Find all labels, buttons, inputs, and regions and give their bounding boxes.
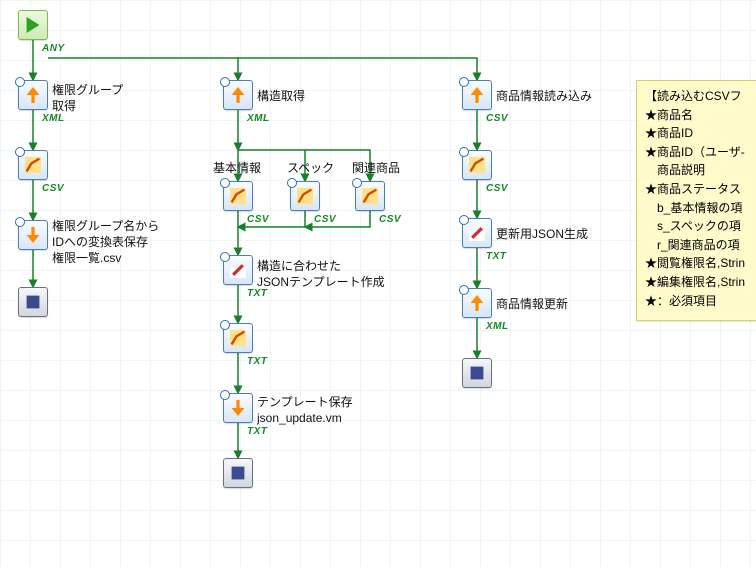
col2-branch-left-node[interactable] [223, 181, 253, 211]
mapper-icon [362, 188, 378, 204]
col3-update-label: 商品情報更新 [496, 296, 568, 312]
col2-rest-label: 構造取得 [257, 88, 305, 104]
col1-rest-label: 権限グループ取得 [52, 82, 123, 114]
mapper-icon [297, 188, 313, 204]
stop-icon [230, 465, 246, 481]
note-line: ★：必須項目 [645, 292, 756, 311]
col1-save-node[interactable] [18, 220, 48, 250]
arrow-up-icon [469, 295, 485, 311]
pencil-icon [469, 225, 485, 241]
col3-mapper-node[interactable] [462, 150, 492, 180]
pencil-icon [230, 262, 246, 278]
col2-branch-mid-node[interactable] [290, 181, 320, 211]
stop-icon [25, 294, 41, 310]
col2-branch-right-node[interactable] [355, 181, 385, 211]
note-line: ★商品ステータス [645, 180, 756, 199]
col3-load-node[interactable] [462, 80, 492, 110]
mapper-icon [230, 330, 246, 346]
col2-branch-left-tag: CSV [247, 214, 269, 225]
col2-end-node[interactable] [223, 458, 253, 488]
col3-mapper-tag: CSV [486, 183, 508, 194]
col3-update-tag: XML [486, 321, 509, 332]
col1-save-label: 権限グループ名からIDへの変換表保存権限一覧.csv [52, 218, 159, 267]
col2-branch-mid-tag: CSV [314, 214, 336, 225]
col2-save-tag: TXT [247, 426, 267, 437]
mapper-icon [25, 157, 41, 173]
col3-update-node[interactable] [462, 288, 492, 318]
col3-end-node[interactable] [462, 358, 492, 388]
col2-save-label: テンプレート保存json_update.vm [257, 394, 353, 426]
note-title: 【読み込むCSVフ [645, 87, 756, 106]
col2-branch-right-tag: CSV [379, 214, 401, 225]
col1-mapper-node[interactable] [18, 150, 48, 180]
arrow-up-icon [25, 87, 41, 103]
note-line: ★商品ID（ユーザ- [645, 143, 756, 162]
arrow-down-icon [25, 227, 41, 243]
arrow-down-icon [230, 400, 246, 416]
col3-generate-label: 更新用JSON生成 [496, 226, 588, 242]
col2-json-template-tag: TXT [247, 288, 267, 299]
arrow-up-icon [469, 87, 485, 103]
note-line: ★商品ID [645, 124, 756, 143]
col3-load-label: 商品情報読み込み [496, 88, 592, 104]
col2-rest-tag: XML [247, 113, 270, 124]
note-line: r_関連商品の項 [645, 236, 756, 255]
arrow-up-icon [230, 87, 246, 103]
col2-json-template-node[interactable] [223, 255, 253, 285]
col1-rest-tag: XML [42, 113, 65, 124]
start-tag: ANY [42, 43, 65, 54]
col2-rest-node[interactable] [223, 80, 253, 110]
mapper-icon [230, 188, 246, 204]
col2-mapper2-node[interactable] [223, 323, 253, 353]
sticky-note: 【読み込むCSVフ ★商品名 ★商品ID ★商品ID（ユーザ- 商品説明 ★商品… [636, 80, 756, 321]
col1-mapper-tag: CSV [42, 183, 64, 194]
note-line: ★編集権限名,Strin [645, 273, 756, 292]
mapper-icon [469, 157, 485, 173]
col3-load-tag: CSV [486, 113, 508, 124]
note-line: 商品説明 [645, 161, 756, 180]
col3-generate-node[interactable] [462, 218, 492, 248]
col1-end-node[interactable] [18, 287, 48, 317]
note-line: b_基本情報の項 [645, 199, 756, 218]
col2-save-node[interactable] [223, 393, 253, 423]
note-line: ★閲覧権限名,Strin [645, 254, 756, 273]
note-line: ★商品名 [645, 106, 756, 125]
col1-rest-node[interactable] [18, 80, 48, 110]
branch-label-right: 関連商品 [352, 160, 400, 176]
start-node[interactable] [18, 10, 48, 40]
stop-icon [469, 365, 485, 381]
col2-mapper2-tag: TXT [247, 356, 267, 367]
branch-label-left: 基本情報 [213, 160, 261, 176]
col3-generate-tag: TXT [486, 251, 506, 262]
note-line: s_スペックの項 [645, 217, 756, 236]
col2-json-template-label: 構造に合わせたJSONテンプレート作成 [257, 258, 385, 290]
branch-label-mid: スペック [287, 160, 334, 176]
